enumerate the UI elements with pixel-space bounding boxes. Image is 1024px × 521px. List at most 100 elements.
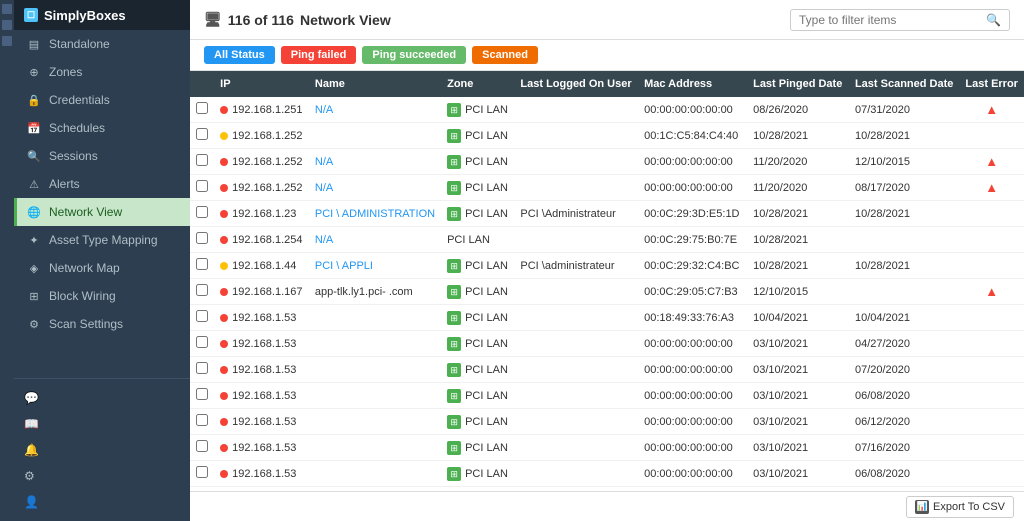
- col-error[interactable]: Last Error: [959, 71, 1024, 97]
- row-checkbox[interactable]: [196, 440, 208, 452]
- row-checkbox[interactable]: [196, 102, 208, 114]
- name-link[interactable]: PCI \ APPLI: [315, 260, 373, 272]
- cell-pinged: 10/28/2021: [747, 253, 849, 279]
- cell-mac: 00:0C:29:05:C7:B3: [638, 279, 747, 305]
- cell-name[interactable]: N/A: [309, 149, 441, 175]
- sidebar: ☐ SimplyBoxes ▤ Standalone ⊕ Zones 🔒 Cre…: [14, 0, 190, 521]
- cell-mac: 00:00:00:00:00:00: [638, 149, 747, 175]
- zone-icon: ⊞: [447, 441, 461, 455]
- col-logged[interactable]: Last Logged On User: [514, 71, 638, 97]
- col-ip[interactable]: IP: [214, 71, 309, 97]
- cell-name[interactable]: PCI \ ADMINISTRATION: [309, 201, 441, 227]
- row-checkbox[interactable]: [196, 284, 208, 296]
- cell-scanned: 06/08/2020: [849, 383, 959, 409]
- sidebar-item-network-map[interactable]: ◈ Network Map: [14, 254, 190, 282]
- cell-logged: [514, 149, 638, 175]
- cell-mac: 00:0C:29:75:B0:7E: [638, 227, 747, 253]
- cell-ip: 192.168.1.252: [214, 149, 309, 175]
- row-checkbox[interactable]: [196, 232, 208, 244]
- row-checkbox[interactable]: [196, 388, 208, 400]
- table-row: 192.168.1.53⊞PCI LAN00:18:49:33:76:A310/…: [190, 305, 1024, 331]
- col-mac[interactable]: Mac Address: [638, 71, 747, 97]
- cell-name[interactable]: N/A: [309, 175, 441, 201]
- credentials-icon: 🔒: [27, 93, 41, 107]
- cell-pinged: 03/10/2021: [747, 435, 849, 461]
- cell-scanned: 10/28/2021: [849, 123, 959, 149]
- network-map-icon: ◈: [27, 261, 41, 275]
- filter-ping-succeeded-button[interactable]: Ping succeeded: [362, 46, 466, 64]
- zone-icon: ⊞: [447, 389, 461, 403]
- cell-pinged: 03/10/2021: [747, 383, 849, 409]
- filter-ping-failed-button[interactable]: Ping failed: [281, 46, 357, 64]
- name-link[interactable]: N/A: [315, 156, 333, 168]
- sidebar-bottom-chat[interactable]: 💬: [14, 385, 190, 411]
- filter-all-button[interactable]: All Status: [204, 46, 275, 64]
- col-name[interactable]: Name: [309, 71, 441, 97]
- cell-zone: ⊞PCI LAN: [441, 253, 514, 279]
- table-row: 192.168.1.53⊞PCI LAN00:00:00:00:00:0003/…: [190, 461, 1024, 487]
- col-scanned[interactable]: Last Scanned Date: [849, 71, 959, 97]
- row-checkbox[interactable]: [196, 180, 208, 192]
- cell-name[interactable]: N/A: [309, 227, 441, 253]
- col-pinged[interactable]: Last Pinged Date: [747, 71, 849, 97]
- error-icon: ▲: [985, 154, 998, 169]
- cell-logged: [514, 461, 638, 487]
- sidebar-item-zones[interactable]: ⊕ Zones: [14, 58, 190, 86]
- sidebar-label-credentials: Credentials: [49, 93, 110, 107]
- cell-logged: [514, 97, 638, 123]
- row-checkbox[interactable]: [196, 362, 208, 374]
- sidebar-item-scan-settings[interactable]: ⚙ Scan Settings: [14, 310, 190, 338]
- cell-pinged: 03/10/2021: [747, 461, 849, 487]
- cell-pinged: 10/04/2021: [747, 305, 849, 331]
- cell-zone: ⊞PCI LAN: [441, 331, 514, 357]
- table-row: 192.168.1.167app-tlk.ly1.pci- .com⊞PCI L…: [190, 279, 1024, 305]
- filter-scanned-button[interactable]: Scanned: [472, 46, 538, 64]
- sidebar-label-network-view: Network View: [49, 205, 122, 219]
- cell-pinged: 10/28/2021: [747, 201, 849, 227]
- name-link[interactable]: PCI \ ADMINISTRATION: [315, 208, 435, 220]
- name-link[interactable]: N/A: [315, 182, 333, 194]
- sidebar-item-schedules[interactable]: 📅 Schedules: [14, 114, 190, 142]
- export-csv-button[interactable]: 📊 Export To CSV: [906, 496, 1014, 518]
- row-checkbox[interactable]: [196, 336, 208, 348]
- cell-scanned: 07/31/2020: [849, 97, 959, 123]
- sidebar-bottom-bell[interactable]: 🔔: [14, 437, 190, 463]
- cell-zone: ⊞PCI LAN: [441, 435, 514, 461]
- row-checkbox[interactable]: [196, 414, 208, 426]
- sidebar-item-alerts[interactable]: ⚠ Alerts: [14, 170, 190, 198]
- status-dot: [220, 158, 228, 166]
- row-checkbox[interactable]: [196, 310, 208, 322]
- sidebar-item-network-view[interactable]: 🌐 Network View: [14, 198, 190, 226]
- zone-icon: ⊞: [447, 259, 461, 273]
- row-checkbox[interactable]: [196, 206, 208, 218]
- sidebar-item-sessions[interactable]: 🔍 Sessions: [14, 142, 190, 170]
- sidebar-bottom-book[interactable]: 📖: [14, 411, 190, 437]
- cell-scanned: [849, 227, 959, 253]
- name-link[interactable]: N/A: [315, 234, 333, 246]
- row-checkbox[interactable]: [196, 154, 208, 166]
- sidebar-bottom-user[interactable]: 👤: [14, 489, 190, 515]
- cell-scanned: 06/08/2020: [849, 461, 959, 487]
- cell-name[interactable]: N/A: [309, 97, 441, 123]
- col-zone[interactable]: Zone: [441, 71, 514, 97]
- sidebar-item-asset-type-mapping[interactable]: ✦ Asset Type Mapping: [14, 226, 190, 254]
- filter-input-wrapper[interactable]: 🔍: [790, 9, 1010, 31]
- sidebar-bottom-settings[interactable]: ⚙: [14, 463, 190, 489]
- row-checkbox[interactable]: [196, 128, 208, 140]
- filter-input[interactable]: [799, 13, 986, 27]
- cell-logged: [514, 279, 638, 305]
- cell-error: [959, 383, 1024, 409]
- zone-icon: ⊞: [447, 311, 461, 325]
- sidebar-item-block-wiring[interactable]: ⊞ Block Wiring: [14, 282, 190, 310]
- cell-name[interactable]: PCI \ APPLI: [309, 253, 441, 279]
- sidebar-item-standalone[interactable]: ▤ Standalone: [14, 30, 190, 58]
- row-checkbox[interactable]: [196, 258, 208, 270]
- cell-zone: ⊞PCI LAN: [441, 175, 514, 201]
- cell-name: [309, 331, 441, 357]
- name-link[interactable]: N/A: [315, 104, 333, 116]
- cell-name: app-tlk.ly1.pci- .com: [309, 279, 441, 305]
- sidebar-item-credentials[interactable]: 🔒 Credentials: [14, 86, 190, 114]
- table-row: 192.168.1.53⊞PCI LAN00:00:00:00:00:0003/…: [190, 383, 1024, 409]
- cell-scanned: 06/12/2020: [849, 409, 959, 435]
- row-checkbox[interactable]: [196, 466, 208, 478]
